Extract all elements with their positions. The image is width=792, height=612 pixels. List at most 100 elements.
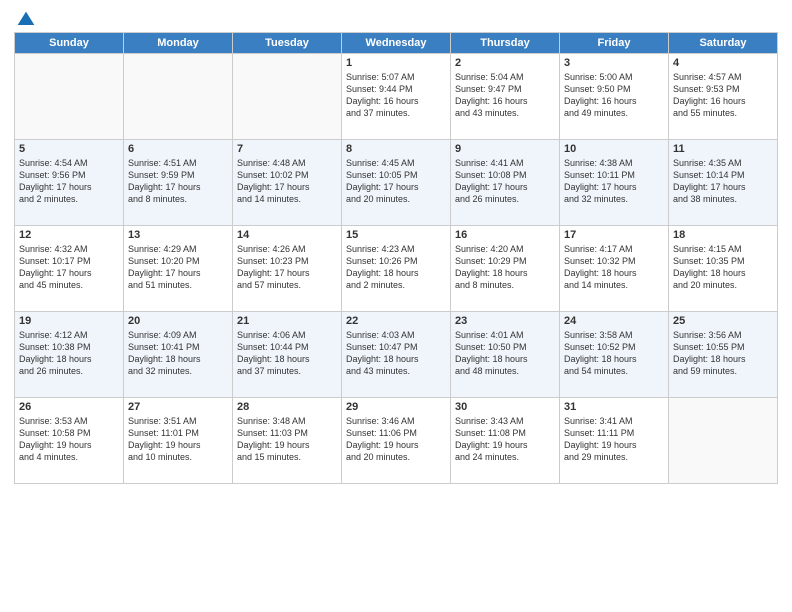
day-info: Sunrise: 4:38 AM Sunset: 10:11 PM Daylig… (564, 157, 664, 206)
day-info: Sunrise: 4:57 AM Sunset: 9:53 PM Dayligh… (673, 71, 773, 120)
day-info: Sunrise: 5:00 AM Sunset: 9:50 PM Dayligh… (564, 71, 664, 120)
calendar-cell: 26 Sunrise: 3:53 AM Sunset: 10:58 PM Dayl… (15, 398, 124, 484)
calendar-cell (15, 54, 124, 140)
day-number: 25 (673, 315, 773, 327)
calendar-cell: 22 Sunrise: 4:03 AM Sunset: 10:47 PM Dayl… (342, 312, 451, 398)
calendar-cell: 25 Sunrise: 3:56 AM Sunset: 10:55 PM Dayl… (669, 312, 778, 398)
day-info: Sunrise: 3:53 AM Sunset: 10:58 PM Daylig… (19, 415, 119, 464)
day-number: 6 (128, 143, 228, 155)
calendar-cell: 5 Sunrise: 4:54 AM Sunset: 9:56 PM Daylig… (15, 140, 124, 226)
day-number: 23 (455, 315, 555, 327)
calendar-cell: 10 Sunrise: 4:38 AM Sunset: 10:11 PM Dayl… (560, 140, 669, 226)
header (14, 10, 778, 26)
day-number: 16 (455, 229, 555, 241)
calendar-cell: 23 Sunrise: 4:01 AM Sunset: 10:50 PM Dayl… (451, 312, 560, 398)
calendar-cell: 9 Sunrise: 4:41 AM Sunset: 10:08 PM Dayli… (451, 140, 560, 226)
day-number: 26 (19, 401, 119, 413)
day-info: Sunrise: 3:41 AM Sunset: 11:11 PM Daylig… (564, 415, 664, 464)
day-number: 27 (128, 401, 228, 413)
day-number: 31 (564, 401, 664, 413)
day-info: Sunrise: 5:07 AM Sunset: 9:44 PM Dayligh… (346, 71, 446, 120)
day-number: 10 (564, 143, 664, 155)
day-number: 14 (237, 229, 337, 241)
day-number: 11 (673, 143, 773, 155)
calendar-cell (233, 54, 342, 140)
calendar-cell: 11 Sunrise: 4:35 AM Sunset: 10:14 PM Dayl… (669, 140, 778, 226)
day-number: 29 (346, 401, 446, 413)
day-info: Sunrise: 4:15 AM Sunset: 10:35 PM Daylig… (673, 243, 773, 292)
day-number: 13 (128, 229, 228, 241)
weekday-header-row: SundayMondayTuesdayWednesdayThursdayFrid… (15, 33, 778, 54)
day-number: 18 (673, 229, 773, 241)
calendar-cell: 15 Sunrise: 4:23 AM Sunset: 10:26 PM Dayl… (342, 226, 451, 312)
calendar-cell: 20 Sunrise: 4:09 AM Sunset: 10:41 PM Dayl… (124, 312, 233, 398)
calendar-cell: 6 Sunrise: 4:51 AM Sunset: 9:59 PM Daylig… (124, 140, 233, 226)
calendar-cell: 7Sunrise: 4:48 AM Sunset: 10:02 PM Dayli… (233, 140, 342, 226)
calendar-cell: 29 Sunrise: 3:46 AM Sunset: 11:06 PM Dayl… (342, 398, 451, 484)
calendar-cell: 3Sunrise: 5:00 AM Sunset: 9:50 PM Daylig… (560, 54, 669, 140)
day-info: Sunrise: 4:17 AM Sunset: 10:32 PM Daylig… (564, 243, 664, 292)
day-number: 30 (455, 401, 555, 413)
day-number: 9 (455, 143, 555, 155)
day-info: Sunrise: 3:51 AM Sunset: 11:01 PM Daylig… (128, 415, 228, 464)
calendar-cell (669, 398, 778, 484)
day-info: Sunrise: 3:58 AM Sunset: 10:52 PM Daylig… (564, 329, 664, 378)
weekday-header-wednesday: Wednesday (342, 33, 451, 54)
calendar-week-4: 19Sunrise: 4:12 AM Sunset: 10:38 PM Dayl… (15, 312, 778, 398)
weekday-header-saturday: Saturday (669, 33, 778, 54)
day-number: 24 (564, 315, 664, 327)
day-number: 19 (19, 315, 119, 327)
day-info: Sunrise: 4:48 AM Sunset: 10:02 PM Daylig… (237, 157, 337, 206)
day-number: 5 (19, 143, 119, 155)
calendar-week-2: 5 Sunrise: 4:54 AM Sunset: 9:56 PM Daylig… (15, 140, 778, 226)
calendar-cell: 16 Sunrise: 4:20 AM Sunset: 10:29 PM Dayl… (451, 226, 560, 312)
calendar-cell: 28Sunrise: 3:48 AM Sunset: 11:03 PM Dayl… (233, 398, 342, 484)
day-number: 1 (346, 57, 446, 69)
calendar-week-1: 1 Sunrise: 5:07 AM Sunset: 9:44 PM Daylig… (15, 54, 778, 140)
day-info: Sunrise: 4:09 AM Sunset: 10:41 PM Daylig… (128, 329, 228, 378)
day-number: 22 (346, 315, 446, 327)
logo (14, 10, 36, 26)
calendar: SundayMondayTuesdayWednesdayThursdayFrid… (14, 32, 778, 484)
logo-text (14, 10, 36, 30)
calendar-cell: 19Sunrise: 4:12 AM Sunset: 10:38 PM Dayl… (15, 312, 124, 398)
calendar-week-5: 26 Sunrise: 3:53 AM Sunset: 10:58 PM Dayl… (15, 398, 778, 484)
day-info: Sunrise: 3:56 AM Sunset: 10:55 PM Daylig… (673, 329, 773, 378)
day-info: Sunrise: 4:01 AM Sunset: 10:50 PM Daylig… (455, 329, 555, 378)
calendar-week-3: 12 Sunrise: 4:32 AM Sunset: 10:17 PM Dayl… (15, 226, 778, 312)
weekday-header-tuesday: Tuesday (233, 33, 342, 54)
calendar-cell: 27 Sunrise: 3:51 AM Sunset: 11:01 PM Dayl… (124, 398, 233, 484)
day-info: Sunrise: 4:23 AM Sunset: 10:26 PM Daylig… (346, 243, 446, 292)
day-info: Sunrise: 4:26 AM Sunset: 10:23 PM Daylig… (237, 243, 337, 292)
day-info: Sunrise: 3:43 AM Sunset: 11:08 PM Daylig… (455, 415, 555, 464)
day-info: Sunrise: 4:20 AM Sunset: 10:29 PM Daylig… (455, 243, 555, 292)
day-info: Sunrise: 4:51 AM Sunset: 9:59 PM Dayligh… (128, 157, 228, 206)
calendar-cell: 4Sunrise: 4:57 AM Sunset: 9:53 PM Daylig… (669, 54, 778, 140)
day-info: Sunrise: 3:46 AM Sunset: 11:06 PM Daylig… (346, 415, 446, 464)
day-info: Sunrise: 4:32 AM Sunset: 10:17 PM Daylig… (19, 243, 119, 292)
day-info: Sunrise: 4:41 AM Sunset: 10:08 PM Daylig… (455, 157, 555, 206)
page: SundayMondayTuesdayWednesdayThursdayFrid… (0, 0, 792, 612)
day-info: Sunrise: 4:54 AM Sunset: 9:56 PM Dayligh… (19, 157, 119, 206)
calendar-cell: 30 Sunrise: 3:43 AM Sunset: 11:08 PM Dayl… (451, 398, 560, 484)
day-number: 12 (19, 229, 119, 241)
day-info: Sunrise: 4:03 AM Sunset: 10:47 PM Daylig… (346, 329, 446, 378)
day-info: Sunrise: 4:06 AM Sunset: 10:44 PM Daylig… (237, 329, 337, 378)
calendar-cell: 18 Sunrise: 4:15 AM Sunset: 10:35 PM Dayl… (669, 226, 778, 312)
day-info: Sunrise: 4:35 AM Sunset: 10:14 PM Daylig… (673, 157, 773, 206)
day-number: 20 (128, 315, 228, 327)
day-number: 15 (346, 229, 446, 241)
calendar-cell: 21Sunrise: 4:06 AM Sunset: 10:44 PM Dayl… (233, 312, 342, 398)
calendar-cell: 12 Sunrise: 4:32 AM Sunset: 10:17 PM Dayl… (15, 226, 124, 312)
calendar-cell (124, 54, 233, 140)
weekday-header-friday: Friday (560, 33, 669, 54)
logo-icon (16, 10, 36, 30)
calendar-cell: 31 Sunrise: 3:41 AM Sunset: 11:11 PM Dayl… (560, 398, 669, 484)
day-info: Sunrise: 4:45 AM Sunset: 10:05 PM Daylig… (346, 157, 446, 206)
day-number: 17 (564, 229, 664, 241)
weekday-header-sunday: Sunday (15, 33, 124, 54)
day-number: 28 (237, 401, 337, 413)
calendar-cell: 13 Sunrise: 4:29 AM Sunset: 10:20 PM Dayl… (124, 226, 233, 312)
calendar-cell: 1 Sunrise: 5:07 AM Sunset: 9:44 PM Daylig… (342, 54, 451, 140)
day-info: Sunrise: 4:29 AM Sunset: 10:20 PM Daylig… (128, 243, 228, 292)
